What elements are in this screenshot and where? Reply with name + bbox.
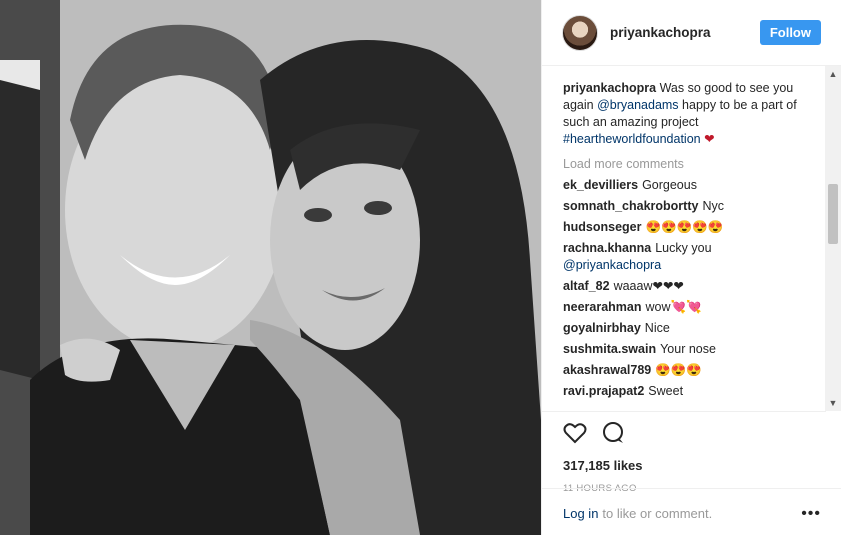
instagram-post: priyankachopra Follow priyankachopra Was… bbox=[0, 0, 841, 535]
heart-icon[interactable] bbox=[563, 422, 587, 449]
comment-text: 😍😍😍 bbox=[655, 363, 702, 377]
comment-username[interactable]: ek_devilliers bbox=[563, 178, 638, 192]
photo-illustration bbox=[0, 0, 541, 535]
comment-item: ek_devilliers Gorgeous bbox=[563, 177, 825, 194]
comments-scrollbar[interactable]: ▲ ▼ bbox=[825, 66, 841, 411]
comment-text: 😍😍😍😍😍 bbox=[645, 220, 724, 234]
comment-text: Nyc bbox=[702, 199, 724, 213]
header-username[interactable]: priyankachopra bbox=[610, 25, 711, 40]
comments-list: priyankachopra Was so good to see you ag… bbox=[542, 66, 825, 411]
post-footer: Log in to like or comment. ••• bbox=[542, 488, 841, 538]
comment-username[interactable]: sushmita.swain bbox=[563, 342, 656, 356]
comment-text: Sweet bbox=[648, 384, 684, 398]
comment-item: rachna.khanna Lucky you @priyankachopra bbox=[563, 240, 825, 274]
comment-item: goyalnirbhay Nice bbox=[563, 320, 825, 337]
comment-item: ravi.prajapat2 Sweet bbox=[563, 383, 825, 400]
comment-item: neerarahman wow💘💘 bbox=[563, 299, 825, 316]
heart-emoji: ❤ bbox=[704, 132, 715, 146]
comment-text: waaaw❤❤❤ bbox=[613, 279, 684, 293]
login-link[interactable]: Log in bbox=[563, 506, 598, 521]
post-sidebar: priyankachopra Follow priyankachopra Was… bbox=[541, 0, 841, 535]
comment-text: wow💘💘 bbox=[645, 300, 702, 314]
comment-username[interactable]: somnath_chakrobortty bbox=[563, 199, 698, 213]
scroll-up-arrow-icon[interactable]: ▲ bbox=[825, 66, 841, 82]
post-header: priyankachopra Follow bbox=[542, 0, 841, 66]
login-prompt-text: to like or comment. bbox=[602, 506, 713, 521]
post-photo bbox=[0, 0, 541, 535]
caption-username[interactable]: priyankachopra bbox=[563, 81, 656, 95]
comment-username[interactable]: hudsonseger bbox=[563, 220, 642, 234]
caption-mention[interactable]: @bryanadams bbox=[597, 98, 678, 112]
comment-text: Your nose bbox=[660, 342, 716, 356]
comment-icon[interactable] bbox=[601, 421, 625, 450]
comment-item: akashrawal789 😍😍😍 bbox=[563, 362, 825, 379]
caption: priyankachopra Was so good to see you ag… bbox=[563, 80, 825, 148]
comment-item: hudsonseger 😍😍😍😍😍 bbox=[563, 219, 825, 236]
comment-username[interactable]: rachna.khanna bbox=[563, 241, 651, 255]
comment-text: Gorgeous bbox=[642, 178, 697, 192]
likes-count[interactable]: 317,185 likes bbox=[563, 458, 805, 473]
comment-text: Lucky you bbox=[655, 241, 712, 255]
action-icons bbox=[563, 420, 805, 450]
comment-username[interactable]: altaf_82 bbox=[563, 279, 610, 293]
comment-item: altaf_82 waaaw❤❤❤ bbox=[563, 278, 825, 295]
comment-username[interactable]: goyalnirbhay bbox=[563, 321, 641, 335]
comment-username[interactable]: akashrawal789 bbox=[563, 363, 651, 377]
post-actions: 317,185 likes 11 HOURS AGO bbox=[542, 411, 826, 494]
follow-button[interactable]: Follow bbox=[759, 20, 821, 45]
scrollbar-thumb[interactable] bbox=[828, 184, 838, 244]
comment-item: somnath_chakrobortty Nyc bbox=[563, 198, 825, 215]
more-options-icon[interactable]: ••• bbox=[801, 505, 821, 521]
comment-username[interactable]: ravi.prajapat2 bbox=[563, 384, 644, 398]
comment-mention[interactable]: @priyankachopra bbox=[563, 258, 661, 272]
load-more-comments-link[interactable]: Load more comments bbox=[563, 157, 825, 171]
comment-username[interactable]: neerarahman bbox=[563, 300, 642, 314]
comment-text: Nice bbox=[644, 321, 670, 335]
comment-item: sushmita.swain Your nose bbox=[563, 341, 825, 358]
scroll-down-arrow-icon[interactable]: ▼ bbox=[825, 395, 841, 411]
caption-hashtag[interactable]: #heartheworldfoundation bbox=[563, 132, 701, 146]
avatar[interactable] bbox=[562, 14, 598, 51]
